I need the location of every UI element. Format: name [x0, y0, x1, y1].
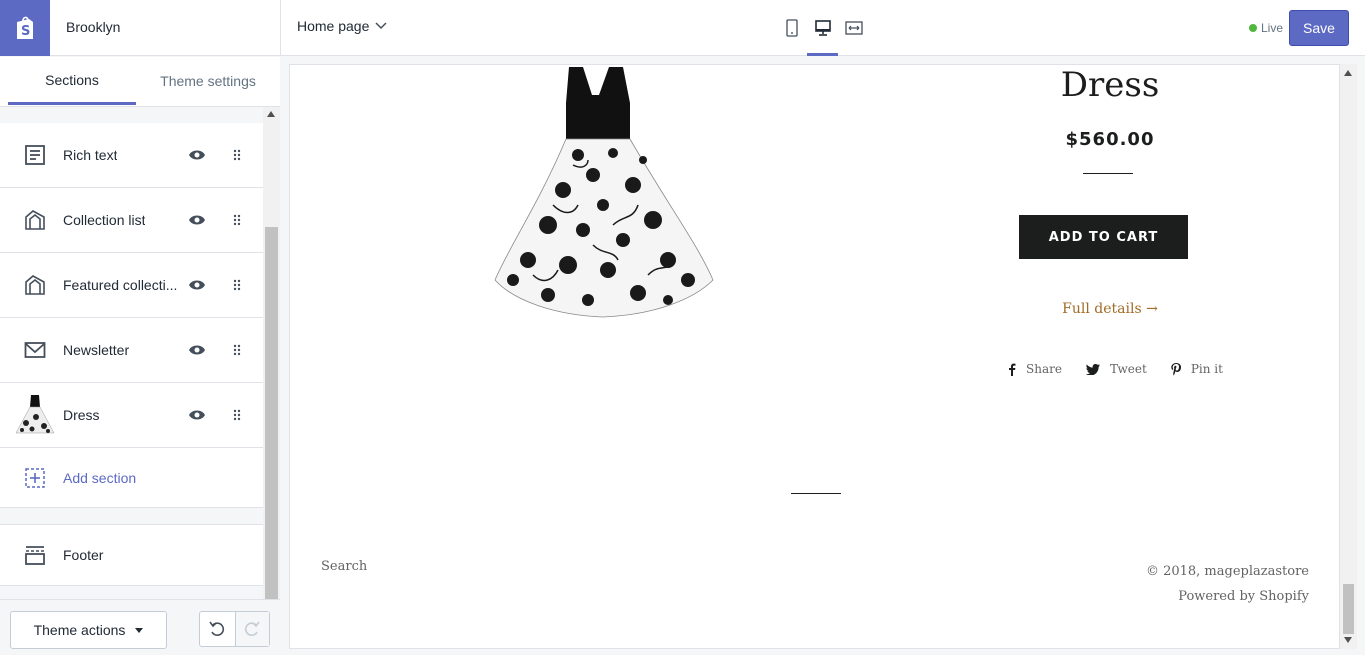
add-section-label: Add section — [63, 469, 137, 486]
footer-copyright: © 2018, mageplazastore Powered by Shopif… — [1146, 559, 1309, 609]
store-preview: Dress $560.00 ADD TO CART Full details →… — [289, 64, 1340, 649]
share-twitter-link[interactable]: Tweet — [1085, 362, 1147, 376]
arrow-right-icon: → — [1146, 301, 1158, 317]
sidebar-bottom-bar: Theme actions — [0, 599, 280, 655]
section-item-label: Newsletter — [63, 342, 130, 358]
redo-button[interactable] — [234, 612, 269, 646]
social-sharing: Share Tweet Pin it — [1008, 362, 1223, 376]
eye-icon[interactable] — [187, 145, 207, 165]
live-label: Live — [1261, 21, 1284, 35]
full-details-link[interactable]: Full details → — [1030, 301, 1190, 317]
section-item-rich-text[interactable]: Rich text — [0, 123, 263, 188]
undo-icon — [209, 621, 225, 636]
theme-actions-button[interactable]: Theme actions — [10, 611, 167, 649]
undo-redo-group — [199, 611, 270, 647]
footer-label: Footer — [63, 547, 104, 563]
drag-handle-icon[interactable] — [230, 210, 244, 230]
pin-label: Pin it — [1190, 362, 1223, 376]
desktop-view-button[interactable] — [807, 0, 838, 56]
dress-thumbnail — [14, 393, 56, 437]
section-item-label: Rich text — [63, 147, 118, 163]
tab-theme-settings[interactable]: Theme settings — [144, 57, 272, 105]
section-item-label: Collection list — [63, 212, 146, 228]
pinterest-icon — [1171, 362, 1181, 375]
live-status: Live — [1249, 21, 1283, 35]
product-divider — [1083, 173, 1133, 174]
collection-icon — [23, 208, 47, 232]
theme-actions-label: Theme actions — [33, 622, 126, 638]
store-name: Brooklyn — [66, 19, 121, 35]
divider — [280, 0, 281, 56]
collection-icon — [23, 273, 47, 297]
chevron-down-icon — [375, 22, 387, 30]
caret-down-icon — [135, 627, 144, 633]
shopify-logo[interactable]: S — [0, 0, 50, 56]
sidebar-tabs: Sections Theme settings — [0, 57, 280, 107]
product-price: $560.00 — [1065, 129, 1155, 150]
sidebar-scrollbar[interactable] — [263, 107, 280, 652]
drag-handle-icon[interactable] — [230, 405, 244, 425]
eye-icon[interactable] — [187, 275, 207, 295]
device-switcher — [776, 0, 869, 56]
scroll-down-icon[interactable] — [1344, 637, 1352, 643]
redo-icon — [245, 621, 260, 636]
add-section-icon — [23, 466, 47, 490]
undo-button[interactable] — [200, 612, 235, 646]
copyright-text[interactable]: © 2018, mageplazastore — [1146, 559, 1309, 584]
share-facebook-link[interactable]: Share — [1008, 362, 1062, 376]
envelope-icon — [23, 338, 47, 362]
fullwidth-view-button[interactable] — [838, 0, 869, 56]
section-item-label: Dress — [63, 407, 100, 423]
text-icon — [23, 143, 47, 167]
twitter-icon — [1085, 363, 1100, 375]
tab-sections[interactable]: Sections — [8, 57, 136, 105]
eye-icon[interactable] — [187, 405, 207, 425]
share-label: Share — [1026, 362, 1062, 376]
section-item-newsletter[interactable]: Newsletter — [0, 318, 263, 383]
live-dot-icon — [1249, 24, 1257, 32]
add-section-button[interactable]: Add section — [0, 448, 263, 508]
page-selector-label: Home page — [297, 18, 370, 34]
scroll-up-icon[interactable] — [1344, 70, 1352, 76]
sidebar-scroll-thumb[interactable] — [265, 227, 278, 632]
eye-icon[interactable] — [187, 340, 207, 360]
fullwidth-icon — [844, 21, 863, 35]
footer-search-link[interactable]: Search — [321, 559, 367, 574]
section-divider — [791, 493, 841, 494]
drag-handle-icon[interactable] — [230, 340, 244, 360]
scroll-up-icon[interactable] — [267, 111, 275, 117]
full-details-label: Full details — [1062, 301, 1142, 317]
top-bar: S Brooklyn Home page Live Save — [0, 0, 1365, 56]
drag-handle-icon[interactable] — [230, 275, 244, 295]
preview-scroll-thumb[interactable] — [1343, 584, 1354, 634]
svg-text:S: S — [21, 24, 30, 39]
section-item-collection-list[interactable]: Collection list — [0, 188, 263, 253]
sidebar: Sections Theme settings Rich text Collec… — [0, 57, 280, 655]
product-title: Dress — [1060, 65, 1160, 105]
section-item-dress[interactable]: Dress — [0, 383, 263, 448]
save-button[interactable]: Save — [1289, 10, 1349, 46]
add-to-cart-button[interactable]: ADD TO CART — [1019, 215, 1188, 259]
share-pinterest-link[interactable]: Pin it — [1171, 362, 1223, 376]
section-item-featured-collection[interactable]: Featured collecti... — [0, 253, 263, 318]
mobile-icon — [785, 19, 798, 37]
eye-icon[interactable] — [187, 210, 207, 230]
product-image[interactable] — [493, 65, 715, 355]
preview-scrollbar[interactable] — [1340, 64, 1357, 649]
section-item-footer[interactable]: Footer — [0, 524, 263, 586]
mobile-view-button[interactable] — [776, 0, 807, 56]
tweet-label: Tweet — [1109, 362, 1147, 376]
page-selector[interactable]: Home page — [297, 18, 387, 34]
section-item-label: Featured collecti... — [63, 277, 178, 293]
section-list: Rich text Collection list Featured colle… — [0, 123, 263, 508]
powered-by-link[interactable]: Powered by Shopify — [1146, 584, 1309, 609]
facebook-icon — [1009, 363, 1016, 376]
drag-handle-icon[interactable] — [230, 145, 244, 165]
desktop-icon — [814, 20, 831, 36]
footer-icon — [23, 543, 47, 567]
